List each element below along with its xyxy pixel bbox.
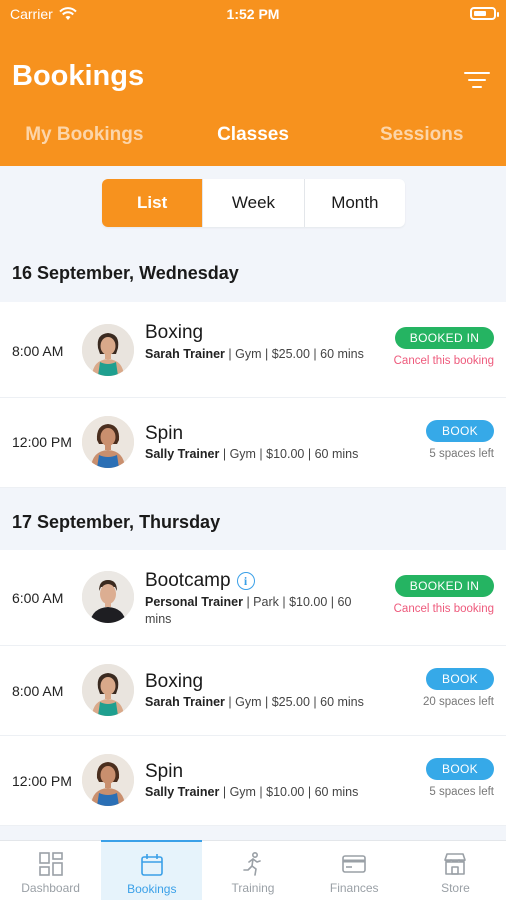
view-week-button[interactable]: Week	[202, 179, 303, 227]
cancel-booking-link[interactable]: Cancel this booking	[394, 355, 494, 367]
booked-in-badge: BOOKED IN	[395, 575, 494, 597]
nav-label: Store	[441, 881, 470, 895]
spaces-left: 5 spaces left	[429, 448, 494, 460]
booked-in-badge: BOOKED IN	[395, 327, 494, 349]
class-row[interactable]: 8:00 AM Boxing Sarah Trainer | Gym | $25…	[0, 302, 506, 398]
app-header: Carrier 1:52 PM Bookings My Bookings Cla…	[0, 0, 506, 166]
view-list-button[interactable]: List	[102, 179, 203, 227]
class-name: Boxing	[145, 322, 204, 343]
view-month-button[interactable]: Month	[303, 179, 405, 227]
bottom-nav: Dashboard Bookings Training Finances Sto…	[0, 840, 506, 900]
class-details: Personal Trainer | Park | $10.00 | 60 mi…	[145, 595, 352, 626]
nav-label: Finances	[329, 881, 379, 895]
nav-label: Bookings	[127, 882, 177, 896]
nav-bookings[interactable]: Bookings	[101, 840, 203, 900]
date-header: 17 September, Thursday	[12, 512, 221, 532]
nav-training[interactable]: Training	[202, 841, 303, 900]
class-time: 8:00 AM	[12, 343, 64, 359]
book-button[interactable]: BOOK	[426, 758, 494, 780]
calendar-icon	[140, 854, 163, 876]
tab-my-bookings[interactable]: My Bookings	[0, 124, 169, 154]
tab-classes[interactable]: Classes	[169, 124, 338, 154]
nav-label: Dashboard	[21, 881, 80, 895]
class-name: Bootcamp i	[145, 570, 255, 592]
class-row[interactable]: 6:00 AM Bootcamp i Personal Trainer | Par…	[0, 550, 506, 646]
class-time: 12:00 PM	[12, 773, 72, 789]
class-name: Spin	[145, 423, 184, 444]
class-row[interactable]: 12:00 PM Spin Sally Trainer | Gym | $10.…	[0, 736, 506, 826]
class-details: Sarah Trainer | Gym | $25.00 | 60 mins	[145, 695, 364, 709]
class-row[interactable]: 12:00 PM Spin Sally Trainer | Gym | $10.…	[0, 398, 506, 488]
status-bar: Carrier 1:52 PM	[10, 4, 499, 24]
trainer-avatar	[82, 324, 134, 376]
battery-icon	[470, 7, 499, 20]
store-icon	[444, 853, 467, 875]
filter-icon[interactable]	[464, 72, 490, 90]
nav-finances[interactable]: Finances	[304, 841, 405, 900]
spaces-left: 20 spaces left	[423, 696, 494, 708]
running-icon	[243, 851, 261, 876]
class-time: 6:00 AM	[12, 590, 64, 606]
date-header: 16 September, Wednesday	[12, 263, 239, 283]
dashboard-icon	[38, 852, 63, 876]
book-button[interactable]: BOOK	[426, 420, 494, 442]
class-name: Boxing	[145, 671, 204, 692]
view-toggle: List Week Month	[102, 179, 405, 227]
class-details: Sarah Trainer | Gym | $25.00 | 60 mins	[145, 347, 364, 361]
nav-store[interactable]: Store	[405, 841, 506, 900]
trainer-avatar	[82, 571, 134, 623]
class-details: Sally Trainer | Gym | $10.00 | 60 mins	[145, 447, 359, 461]
class-time: 12:00 PM	[12, 434, 72, 450]
card-icon	[342, 855, 367, 873]
tab-bar: My Bookings Classes Sessions	[0, 124, 506, 154]
clock: 1:52 PM	[226, 6, 280, 22]
cancel-booking-link[interactable]: Cancel this booking	[394, 603, 494, 615]
class-row[interactable]: 8:00 AM Boxing Sarah Trainer | Gym | $25…	[0, 646, 506, 736]
trainer-avatar	[82, 416, 134, 468]
nav-label: Training	[231, 881, 275, 895]
page-title: Bookings	[12, 60, 145, 92]
book-button[interactable]: BOOK	[426, 668, 494, 690]
nav-dashboard[interactable]: Dashboard	[0, 841, 101, 900]
class-time: 8:00 AM	[12, 683, 64, 699]
info-icon[interactable]: i	[236, 572, 255, 590]
tab-sessions[interactable]: Sessions	[337, 124, 506, 154]
trainer-avatar	[82, 664, 134, 716]
class-name: Spin	[145, 761, 184, 782]
trainer-avatar	[82, 754, 134, 806]
spaces-left: 5 spaces left	[429, 786, 494, 798]
class-details: Sally Trainer | Gym | $10.00 | 60 mins	[145, 785, 359, 799]
